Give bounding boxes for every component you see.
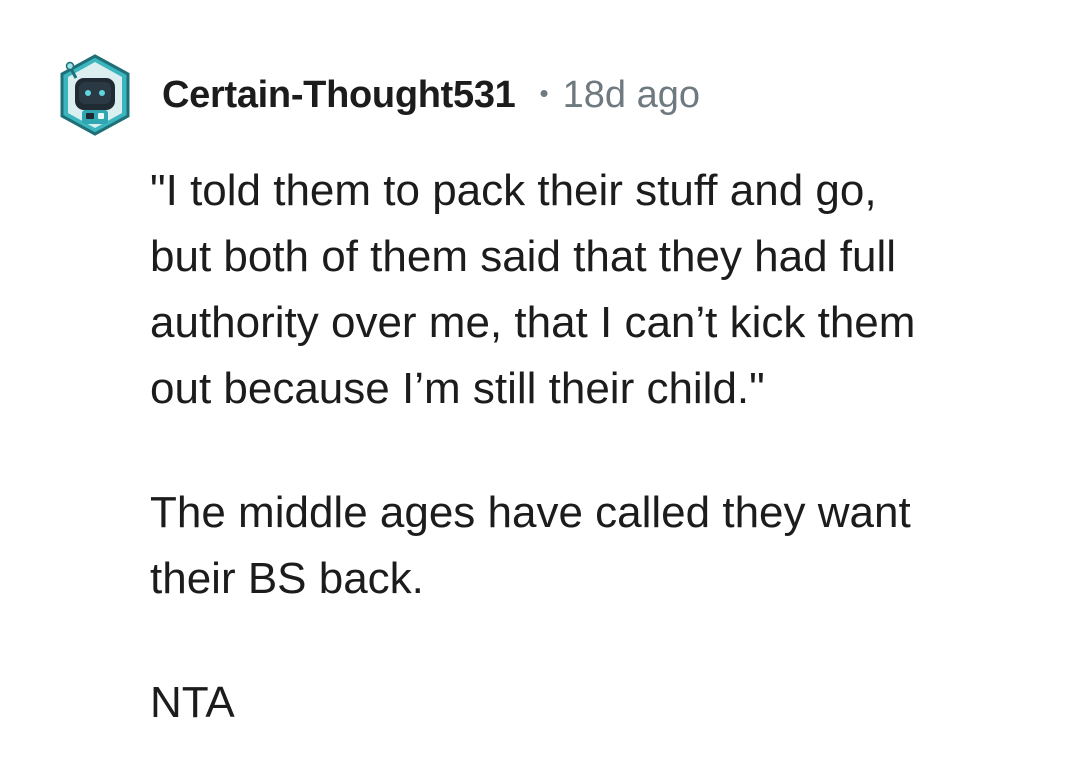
author-username[interactable]: Certain-Thought531 bbox=[162, 74, 516, 117]
comment-header: Certain-Thought531 • 18d ago bbox=[58, 52, 700, 138]
robot-avatar-icon[interactable] bbox=[58, 52, 132, 138]
separator-dot: • bbox=[539, 77, 549, 108]
comment-paragraph-quote: "I told them to pack their stuff and go,… bbox=[150, 166, 916, 413]
comment: Certain-Thought531 • 18d ago "I told the… bbox=[0, 0, 1080, 764]
comment-body: "I told them to pack their stuff and go,… bbox=[150, 158, 1050, 736]
comment-timestamp[interactable]: 18d ago bbox=[563, 74, 700, 117]
comment-paragraph-verdict: NTA bbox=[150, 678, 235, 727]
comment-paragraph-reply: The middle ages have called they want th… bbox=[150, 488, 911, 603]
